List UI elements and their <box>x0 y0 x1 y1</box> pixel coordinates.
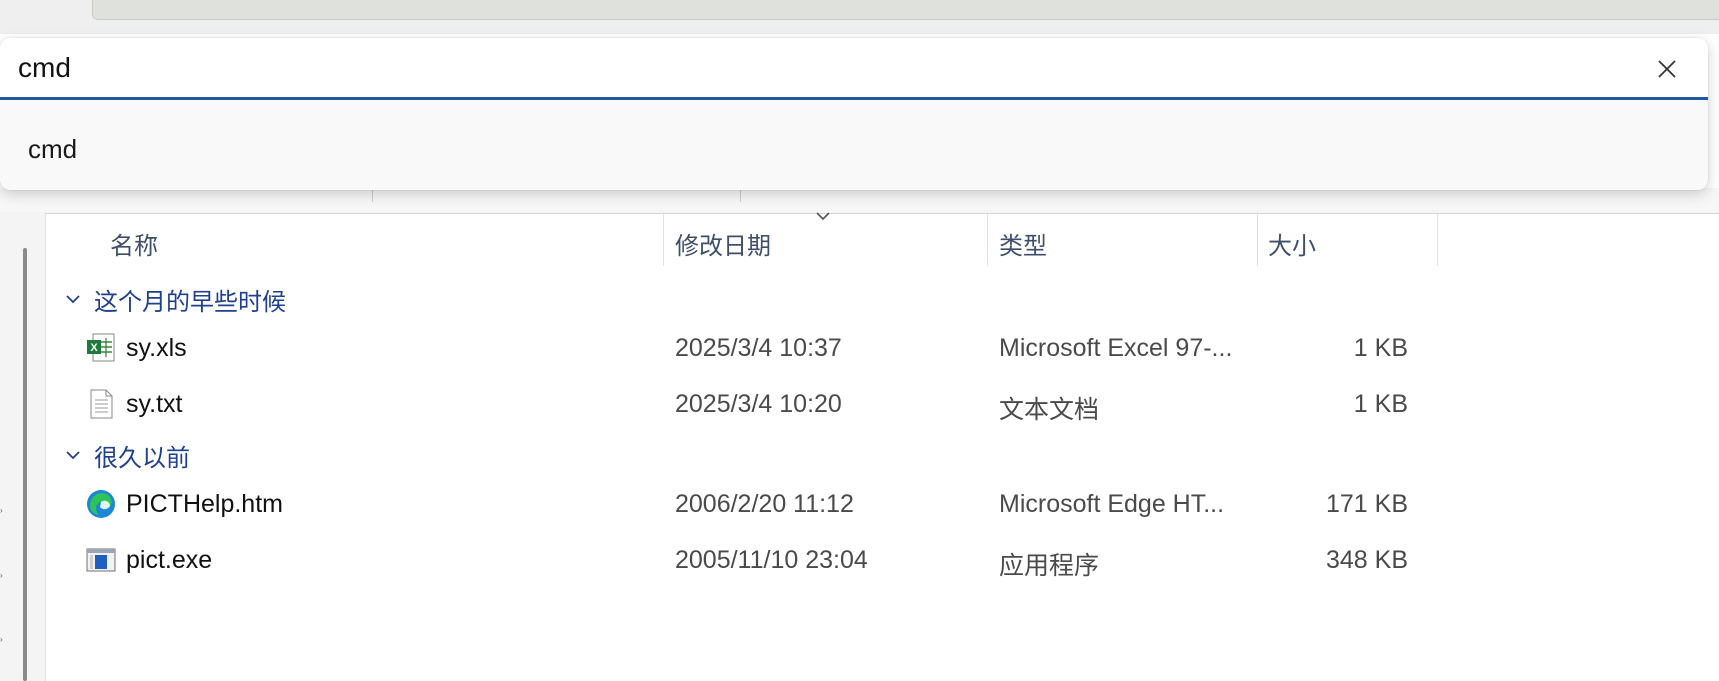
suggestion-item[interactable]: cmd <box>0 100 1708 190</box>
file-date: 2005/11/10 23:04 <box>675 546 868 574</box>
group-label: 很久以前 <box>94 444 190 472</box>
text-file-icon <box>90 389 113 419</box>
file-date: 2025/3/4 10:37 <box>675 334 842 362</box>
nav-expand-icon[interactable]: › <box>0 507 4 515</box>
chevron-down-icon <box>66 451 80 460</box>
address-bar-popup: cmd cmd <box>0 38 1708 190</box>
excel-file-icon: X <box>87 333 115 362</box>
file-date: 2025/3/4 10:20 <box>675 390 842 418</box>
group-label: 这个月的早些时候 <box>94 288 286 316</box>
column-header-name[interactable]: 名称 <box>110 212 660 266</box>
column-divider[interactable] <box>663 212 664 266</box>
application-icon <box>86 548 116 572</box>
file-size: 171 KB <box>1325 490 1408 518</box>
suggestion-label: cmd <box>28 134 78 164</box>
toolbar-separator <box>372 188 373 202</box>
address-input-value[interactable]: cmd <box>18 52 71 84</box>
file-name: sy.txt <box>126 390 183 418</box>
nav-expand-icon[interactable]: › <box>0 636 4 644</box>
table-row[interactable]: PICTHelp.htm 2006/2/20 11:12 Microsoft E… <box>48 478 1438 530</box>
file-type: 应用程序 <box>999 552 1100 580</box>
column-divider[interactable] <box>987 212 988 266</box>
chevron-down-icon <box>66 295 80 304</box>
toolbar-separator <box>740 188 741 202</box>
table-row[interactable]: sy.txt 2025/3/4 10:20 文本文档 1 KB <box>48 378 1438 430</box>
sort-descending-icon <box>816 212 830 221</box>
navigation-pane-scrollbar[interactable] <box>23 248 27 681</box>
group-header[interactable]: 很久以前 <box>64 437 190 473</box>
address-input[interactable]: cmd <box>0 38 1708 100</box>
file-size: 1 KB <box>1353 390 1408 418</box>
table-row[interactable]: X sy.xls 2025/3/4 10:37 Microsoft Excel … <box>48 322 1438 374</box>
command-bar <box>0 188 1719 214</box>
file-name: pict.exe <box>126 546 213 574</box>
file-name: PICTHelp.htm <box>126 490 283 518</box>
clear-button[interactable] <box>1650 52 1684 86</box>
top-strip <box>0 0 1719 34</box>
nav-expand-icon[interactable]: › <box>0 572 4 580</box>
svg-text:X: X <box>90 342 98 354</box>
file-type: Microsoft Edge HT... <box>999 490 1225 518</box>
group-header[interactable]: 这个月的早些时候 <box>64 281 286 317</box>
file-date: 2006/2/20 11:12 <box>675 490 854 518</box>
file-size: 1 KB <box>1353 334 1408 362</box>
file-type: Microsoft Excel 97-... <box>999 334 1233 362</box>
close-icon <box>1658 60 1676 78</box>
column-divider[interactable] <box>1437 212 1438 266</box>
column-divider[interactable] <box>1257 212 1258 266</box>
file-name: sy.xls <box>126 334 187 362</box>
file-size: 348 KB <box>1325 546 1408 574</box>
address-bar-background <box>92 0 1719 20</box>
file-type: 文本文档 <box>999 396 1100 424</box>
table-row[interactable]: pict.exe 2005/11/10 23:04 应用程序 348 KB <box>48 534 1438 586</box>
column-header-type[interactable]: 类型 <box>999 212 1255 266</box>
column-header-size[interactable]: 大小 <box>1268 212 1438 266</box>
edge-icon <box>87 490 115 518</box>
